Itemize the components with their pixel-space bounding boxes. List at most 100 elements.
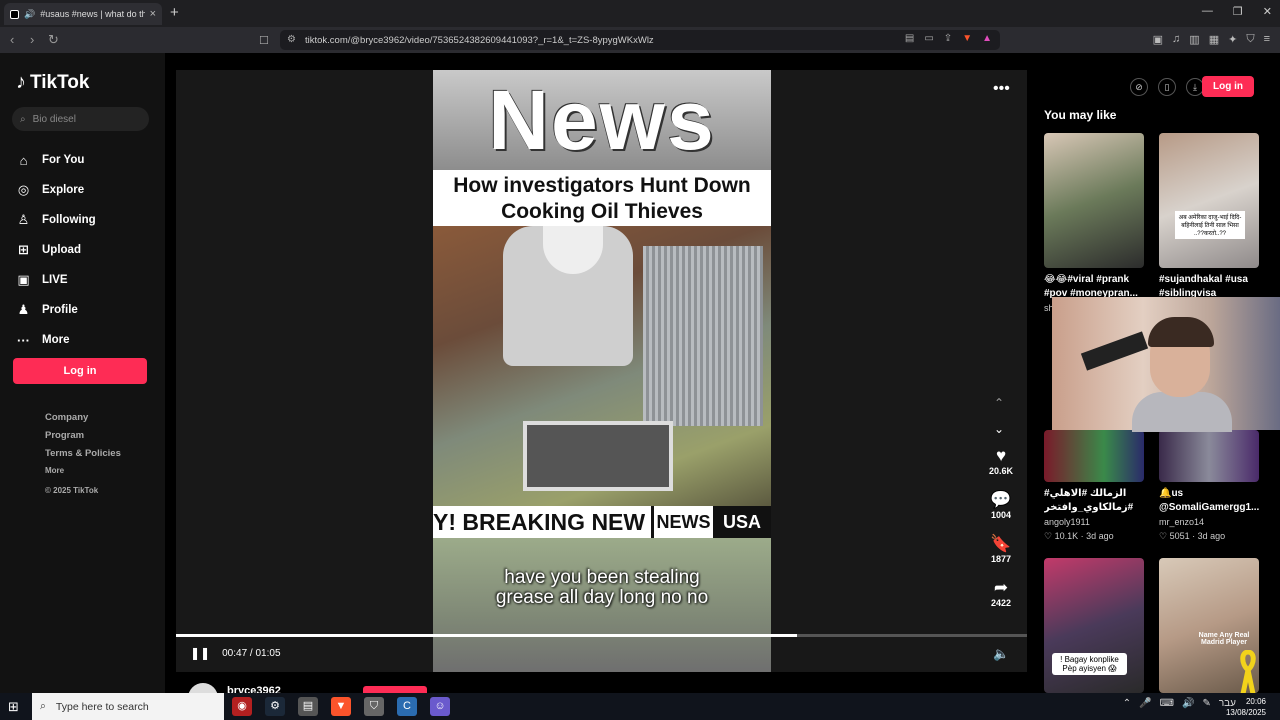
suggested-video-card[interactable]: 🔔us @SomaliGamergg1... mr_enzo14 ♡ 5051 … — [1159, 430, 1259, 542]
reader-icon[interactable]: ▤ — [905, 33, 914, 44]
volume-icon[interactable]: 🔈 — [993, 646, 1009, 662]
pen-icon[interactable]: ✎ — [1202, 698, 1210, 709]
back-icon[interactable]: ‹ — [10, 32, 14, 47]
app-icon-c[interactable]: C — [397, 697, 417, 716]
video-progress-bar[interactable] — [176, 634, 1027, 637]
suggested-video-card[interactable]: ! Bagay konplike Pèp ayisyen 😱 — [1044, 558, 1144, 693]
taskbar-search-input[interactable]: ⌕ Type here to search — [32, 693, 224, 720]
author-avatar[interactable] — [188, 683, 218, 693]
save-count: 1877 — [990, 554, 1012, 564]
copyright: © 2025 TikTok — [45, 486, 99, 495]
card-description: 🔔us @SomaliGamergg1... — [1159, 488, 1259, 513]
sidebar-icon[interactable]: ▥ — [1189, 33, 1199, 46]
vpn-icon[interactable]: ⛉ — [1246, 33, 1254, 46]
tiktok-logo[interactable]: ♪ TikTok — [16, 71, 89, 94]
discord-icon[interactable]: ☺ — [430, 697, 450, 716]
video-thumbnail[interactable] — [1159, 430, 1259, 482]
nav-item-explore[interactable]: ◎ Explore — [16, 175, 96, 205]
card-user[interactable]: mr_enzo14 — [1159, 517, 1259, 527]
window-controls: — ❐ ✕ — [1202, 5, 1272, 18]
nav-label: For You — [42, 154, 85, 166]
video-thumbnail[interactable] — [1044, 133, 1144, 268]
suggested-video-card[interactable]: #الزمالك #الاهلي #زمالكاوي_وافتخر angoly… — [1044, 430, 1144, 542]
nav-item-more[interactable]: ··· More — [16, 325, 96, 355]
footer-link-terms[interactable]: Terms & Policies — [45, 448, 121, 466]
tray-up-arrow-icon[interactable]: ⌃ — [1123, 698, 1131, 709]
app-icon-notepad[interactable]: ▤ — [298, 697, 318, 716]
steam-icon[interactable]: ⚙ — [265, 697, 285, 716]
brave-browser-icon[interactable]: ▼ — [331, 697, 351, 716]
like-button[interactable]: ♥ 20.6K — [982, 446, 1020, 490]
video-player[interactable]: News How investigators Hunt Down Cooking… — [433, 70, 771, 672]
reload-icon[interactable]: ↻ — [48, 32, 59, 48]
save-button[interactable]: 🔖 1877 — [982, 534, 1020, 578]
screenshot-icon[interactable]: ▣ — [1153, 33, 1163, 46]
video-thumbnail[interactable]: ! Bagay konplike Pèp ayisyen 😱 — [1044, 558, 1144, 693]
volume-tray-icon[interactable]: 🔊 — [1182, 698, 1194, 709]
nav-item-profile[interactable]: ♟ Profile — [16, 295, 96, 325]
tiktok-favicon-icon — [10, 9, 19, 19]
login-button[interactable]: Log in — [13, 358, 147, 384]
forward-icon[interactable]: › — [30, 32, 34, 47]
brave-shield-icon[interactable]: ▼ — [962, 33, 972, 44]
url-text: tiktok.com/@bryce3962/video/753652438260… — [305, 34, 654, 46]
suggested-video-card[interactable]: 😂😂#viral #prank #pov #moneypran... sh — [1044, 133, 1144, 313]
site-info-icon[interactable]: ⚙ — [287, 34, 296, 45]
url-bar[interactable]: ⚙ tiktok.com/@bryce3962/video/7536524382… — [280, 30, 1000, 50]
search-input[interactable]: ⌕ Bio diesel — [12, 107, 149, 131]
close-window-button[interactable]: ✕ — [1263, 5, 1272, 18]
app-icon-recorder[interactable]: ◉ — [232, 697, 252, 716]
windows-start-icon[interactable]: ⊞ — [8, 699, 19, 715]
cast-icon[interactable]: ▭ — [924, 33, 933, 44]
caption-line-2: grease all day long no no — [495, 587, 709, 608]
browser-tab[interactable]: 🔊 #usaus #news | what do they × — [4, 3, 162, 25]
card-user[interactable]: angoly1911 — [1044, 517, 1144, 527]
news-tag: NEWS — [651, 506, 713, 538]
nav-label: Following — [42, 214, 96, 226]
minimize-button[interactable]: — — [1202, 5, 1213, 18]
leo-icon[interactable]: ✦ — [1228, 33, 1237, 46]
wallet-icon[interactable]: ▦ — [1209, 33, 1219, 46]
bookmark-icon[interactable]: ☐ — [259, 34, 269, 47]
new-tab-button[interactable]: + — [170, 4, 179, 21]
caption-line-1: have you been stealing — [504, 567, 700, 588]
nav-item-for-you[interactable]: ⌂ For You — [16, 145, 96, 175]
share-button[interactable]: ➦ 2422 — [982, 578, 1020, 622]
coin-icon[interactable]: ⊘ — [1130, 78, 1148, 96]
suggested-video-card[interactable]: अब अमेरिका दाजु-भाई दिदि-बहिनीलाई तिनी स… — [1159, 133, 1259, 301]
nav-item-upload[interactable]: ⊞ Upload — [16, 235, 96, 265]
rewards-icon[interactable]: ▲ — [982, 33, 992, 44]
nav-label: Profile — [42, 304, 78, 316]
music-icon[interactable]: ♫ — [1172, 33, 1180, 46]
address-toolbar: ‹ › ↻ ☐ ⚙ tiktok.com/@bryce3962/video/75… — [0, 27, 1280, 53]
video-thumbnail[interactable] — [1044, 430, 1144, 482]
url-bar-actions: ▤ ▭ ⇪ ▼ ▲ — [905, 33, 992, 44]
next-video-icon[interactable]: ⌄ — [994, 416, 1004, 442]
more-options-icon[interactable]: ••• — [993, 80, 1010, 98]
comment-button[interactable]: 💬 1004 — [982, 490, 1020, 534]
speaker-icon[interactable]: 🔊 — [24, 9, 35, 20]
app-icon-shield[interactable]: ⛉ — [364, 697, 384, 716]
menu-icon[interactable]: ≡ — [1264, 33, 1270, 46]
comment-count: 1004 — [990, 510, 1012, 520]
footer-more-link[interactable]: More — [45, 466, 121, 484]
author-username[interactable]: bryce3962 — [227, 685, 281, 693]
footer-link-company[interactable]: Company — [45, 412, 121, 430]
nav-item-live[interactable]: ▣ LIVE — [16, 265, 96, 295]
pause-icon[interactable]: ❚❚ — [190, 646, 210, 660]
maximize-button[interactable]: ❐ — [1233, 5, 1243, 18]
tab-close-button[interactable]: × — [150, 8, 156, 20]
network-icon[interactable]: ⌨ — [1160, 698, 1174, 709]
extension-icons: ▣ ♫ ▥ ▦ ✦ ⛉ ≡ — [1153, 33, 1270, 46]
follow-button[interactable] — [363, 686, 427, 693]
video-thumbnail[interactable]: अब अमेरिका दाजु-भाई दिदि-बहिनीलाई तिनी स… — [1159, 133, 1259, 268]
header-login-button[interactable]: Log in — [1202, 76, 1254, 97]
device-icon[interactable]: ▯ — [1158, 78, 1176, 96]
video-scene — [433, 226, 771, 506]
taskbar-clock[interactable]: 20:06 13/08/2025 — [1226, 696, 1266, 718]
previous-video-icon[interactable]: ⌃ — [994, 390, 1004, 416]
microphone-icon[interactable]: 🎤 — [1139, 698, 1151, 709]
nav-item-following[interactable]: ♙ Following — [16, 205, 96, 235]
footer-link-program[interactable]: Program — [45, 430, 121, 448]
share-icon[interactable]: ⇪ — [944, 33, 952, 44]
